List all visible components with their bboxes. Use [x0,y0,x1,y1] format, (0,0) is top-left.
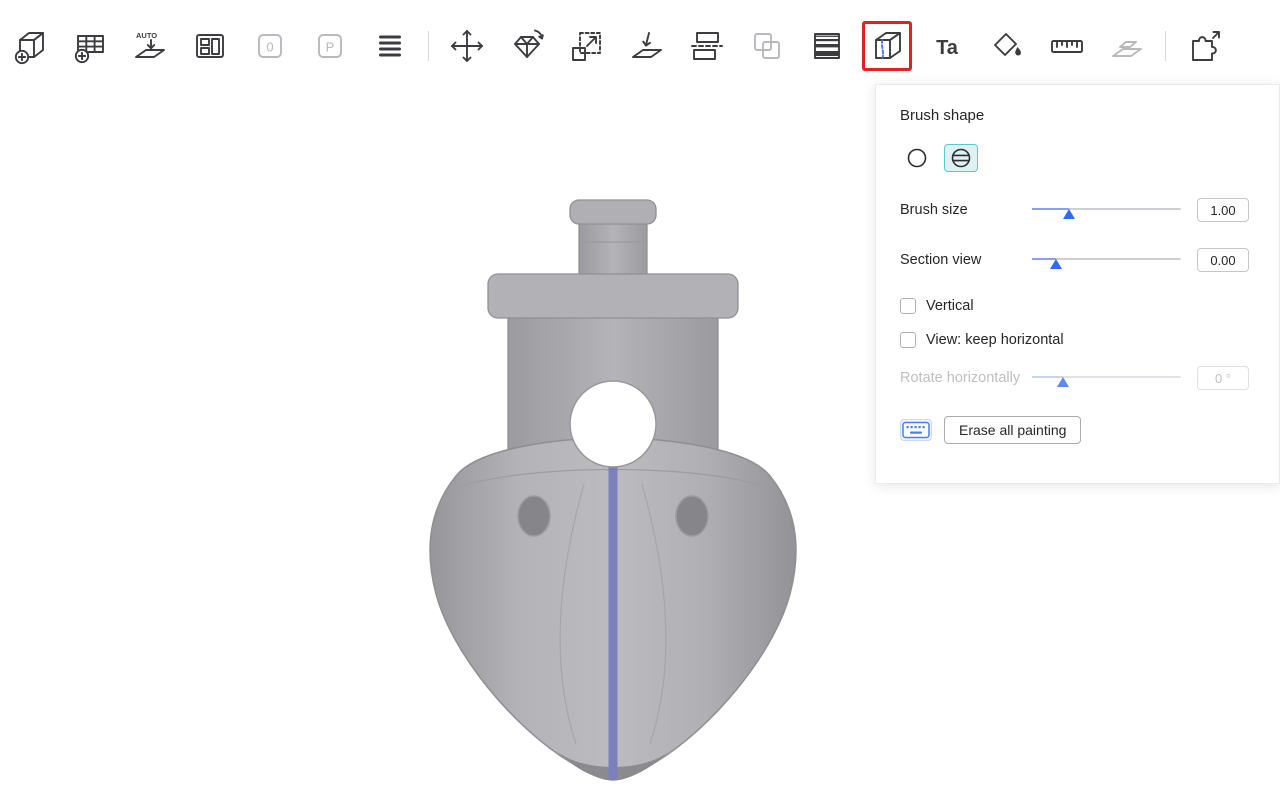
arrange-button[interactable] [188,24,232,68]
brush-shape-circle-button[interactable] [900,144,934,172]
add-object-icon [10,26,50,66]
svg-text:P: P [326,40,335,55]
cut-button[interactable] [685,24,729,68]
section-view-slider-thumb[interactable] [1050,259,1062,269]
brush-size-row: Brush size 1.00 [900,198,1249,222]
panel-title: Brush shape [900,107,1249,124]
plate-p-icon: P [310,26,350,66]
porthole-left [518,496,550,536]
section-view-label: Section view [900,252,1032,268]
layers-icon [370,26,410,66]
mesh-boolean-icon [747,26,787,66]
section-view-value[interactable]: 0.00 [1197,248,1249,272]
rotate-button[interactable] [505,24,549,68]
plate-p-button: P [308,24,352,68]
place-on-face-button[interactable] [625,24,669,68]
section-view-row: Section view 0.00 [900,248,1249,272]
scale-icon [567,26,607,66]
measure-button[interactable] [1045,24,1089,68]
cabin-window [570,381,656,467]
auto-orient-button[interactable]: AUTO [128,24,172,68]
brush-shape-options [900,144,1249,172]
keep-horizontal-checkbox[interactable] [900,332,916,348]
auto-orient-icon: AUTO [130,26,170,66]
text-tool-icon: Ta [927,26,967,66]
section-view-slider[interactable] [1032,250,1181,270]
brush-size-slider-thumb[interactable] [1063,209,1075,219]
measure-icon [1047,26,1087,66]
svg-text:AUTO: AUTO [136,31,157,40]
funnel [570,200,656,276]
add-object-button[interactable] [8,24,52,68]
keep-horizontal-checkbox-row[interactable]: View: keep horizontal [900,332,1249,348]
layers-button[interactable] [368,24,412,68]
move-button[interactable] [445,24,489,68]
keyboard-shortcut-button[interactable] [900,419,932,441]
plugin-button[interactable] [1182,24,1226,68]
plate-0-icon: 0 [250,26,290,66]
keyboard-icon [902,421,930,439]
arrange-icon [190,26,230,66]
sphere-brush-icon [948,146,974,170]
brush-shape-sphere-button[interactable] [944,144,978,172]
keep-horizontal-checkbox-label: View: keep horizontal [926,332,1064,348]
seam-painting-button[interactable] [865,24,909,68]
porthole-right [676,496,708,536]
rotate-horizontally-label: Rotate horizontally [900,370,1032,386]
vertical-checkbox-label: Vertical [926,298,974,314]
mesh-boolean-button [745,24,789,68]
erase-all-painting-button[interactable]: Erase all painting [944,416,1081,444]
rotate-icon [507,26,547,66]
vertical-checkbox[interactable] [900,298,916,314]
top-toolbar: AUTO 0 P [8,24,1226,68]
plugin-icon [1184,26,1224,66]
rotate-horizontally-slider-thumb [1057,377,1069,387]
toolbar-separator [428,31,429,61]
brush-size-slider[interactable] [1032,200,1181,220]
vertical-checkbox-row[interactable]: Vertical [900,298,1249,314]
svg-text:0: 0 [266,40,273,55]
color-painting-icon [987,26,1027,66]
seam-painting-panel: Brush shape Brush size 1.00 Section view [875,84,1280,484]
place-on-face-icon [627,26,667,66]
circle-brush-icon [904,146,930,170]
boat-model [418,196,808,786]
plate-0-button: 0 [248,24,292,68]
color-painting-button[interactable] [985,24,1029,68]
scale-button[interactable] [565,24,609,68]
cut-icon [687,26,727,66]
toolbar-separator [1165,31,1166,61]
text-tool-button[interactable]: Ta [925,24,969,68]
svg-text:Ta: Ta [936,37,959,59]
rotate-horizontally-slider [1032,368,1181,388]
panel-bottom-row: Erase all painting [900,416,1249,444]
brush-size-value[interactable]: 1.00 [1197,198,1249,222]
seam-painting-icon [867,26,907,66]
brush-size-label: Brush size [900,202,1032,218]
add-plate-icon [70,26,110,66]
variable-layer-height-icon [807,26,847,66]
add-plate-button[interactable] [68,24,112,68]
rotate-horizontally-row: Rotate horizontally 0 ° [900,366,1249,390]
variable-layer-height-button[interactable] [805,24,849,68]
assembly-button [1105,24,1149,68]
assembly-icon [1107,26,1147,66]
rotate-horizontally-value: 0 ° [1197,366,1249,390]
move-icon [447,26,487,66]
